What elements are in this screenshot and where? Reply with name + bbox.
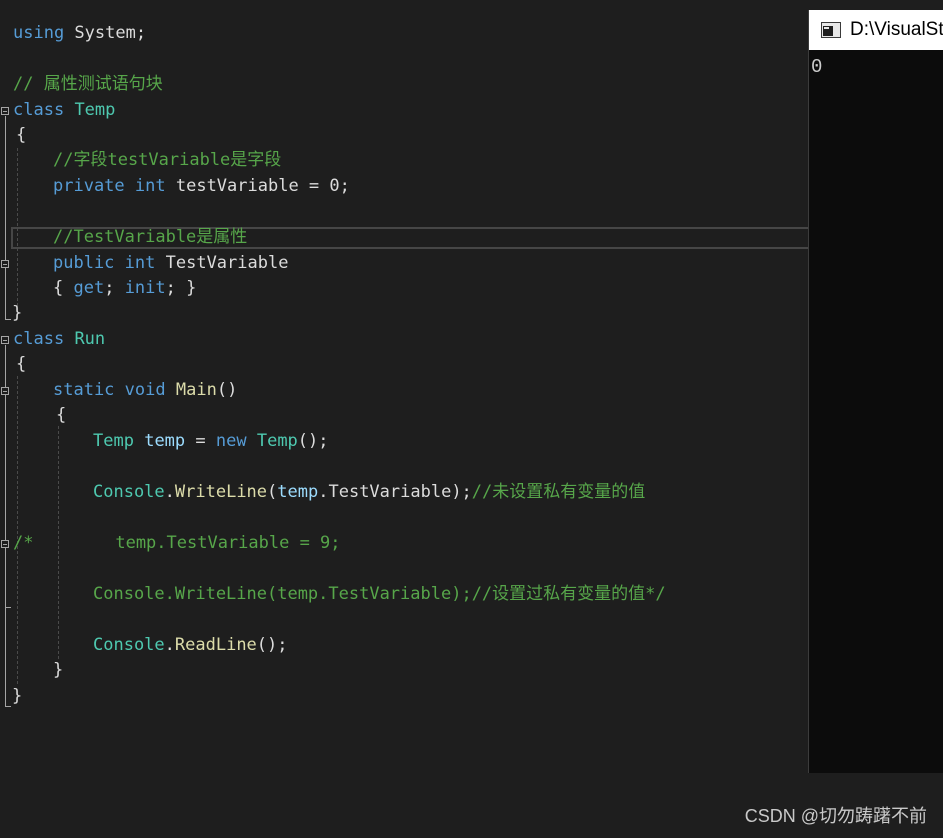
code-text: . xyxy=(318,482,329,502)
brace: } xyxy=(12,686,23,706)
code-line-15: static void Main() xyxy=(53,378,237,403)
variable: temp xyxy=(277,482,319,502)
keyword: new xyxy=(215,431,247,451)
keyword: get xyxy=(73,278,105,298)
type-name: Temp xyxy=(93,431,134,451)
code-line-17: Temp temp = new Temp(); xyxy=(93,429,329,454)
method-name: Main xyxy=(175,380,217,400)
keyword: static xyxy=(53,380,115,400)
code-line-25: Console.ReadLine(); xyxy=(93,633,288,658)
code-text: testVariable = 0; xyxy=(165,176,350,196)
code-line-21: /* temp.TestVariable = 9; xyxy=(13,531,341,556)
console-window[interactable]: D:\VisualSt 0 xyxy=(808,10,943,773)
fold-end-mark xyxy=(5,319,11,320)
code-text: ( xyxy=(267,482,278,502)
console-titlebar[interactable]: D:\VisualSt xyxy=(809,10,943,50)
keyword: int xyxy=(124,253,156,273)
code-line-10: public int TestVariable xyxy=(53,251,288,276)
comment: //TestVariable是属性 xyxy=(53,227,248,247)
keyword: private xyxy=(53,176,125,196)
indent-guide xyxy=(17,148,18,306)
type-name: Temp xyxy=(256,431,298,451)
variable: temp xyxy=(144,431,186,451)
code-text: TestVariable xyxy=(155,253,289,273)
console-app-icon xyxy=(821,22,841,38)
code-line-1: using System; xyxy=(13,21,146,46)
keyword: void xyxy=(124,380,166,400)
code-line-9: //TestVariable是属性 xyxy=(53,225,247,250)
keyword: class xyxy=(13,329,65,349)
brace: } xyxy=(12,303,23,323)
keyword: class xyxy=(13,100,65,120)
brace: { xyxy=(16,125,27,145)
code-line-23: Console.WriteLine(temp.TestVariable);//设… xyxy=(93,582,666,607)
type-name: Console xyxy=(93,482,165,502)
code-line-14: { xyxy=(16,352,26,377)
brace: } xyxy=(53,660,64,680)
code-line-11: { get; init; } xyxy=(53,276,196,301)
code-line-7: private int testVariable = 0; xyxy=(53,174,350,199)
code-line-27: } xyxy=(12,684,22,709)
console-output: 0 xyxy=(811,56,823,78)
indent-guide xyxy=(17,376,18,684)
fold-guide-line xyxy=(5,116,6,319)
code-line-26: } xyxy=(53,658,63,683)
fold-guide-line xyxy=(5,345,6,706)
collapse-icon[interactable] xyxy=(1,107,9,115)
collapse-icon[interactable] xyxy=(1,260,9,268)
code-text: = xyxy=(185,431,216,451)
code-line-6: //字段testVariable是字段 xyxy=(53,148,281,173)
code-editor[interactable]: using System; // 属性测试语句块 class Temp { //… xyxy=(0,0,811,838)
comment: //未设置私有变量的值 xyxy=(471,482,646,502)
keyword: public xyxy=(53,253,115,273)
console-title: D:\VisualSt xyxy=(850,19,943,40)
type-name: Temp xyxy=(74,100,116,120)
keyword: int xyxy=(134,176,166,196)
comment: // 属性测试语句块 xyxy=(13,74,163,94)
comment: //字段testVariable是字段 xyxy=(53,150,282,170)
code-line-4: class Temp xyxy=(13,98,115,123)
keyword: init xyxy=(124,278,166,298)
code-text: . xyxy=(164,635,175,655)
code-text: ; } xyxy=(165,278,197,298)
collapse-icon[interactable] xyxy=(1,336,9,344)
property-name: TestVariable xyxy=(328,482,452,502)
method-name: ReadLine xyxy=(174,635,257,655)
code-line-16: { xyxy=(56,403,66,428)
code-line-19: Console.WriteLine(temp.TestVariable);//未… xyxy=(93,480,645,505)
brace: { xyxy=(16,354,27,374)
collapse-icon[interactable] xyxy=(1,387,9,395)
collapse-icon[interactable] xyxy=(1,540,9,548)
code-line-3: // 属性测试语句块 xyxy=(13,72,163,97)
fold-end-mark xyxy=(5,607,11,608)
type-name: Console xyxy=(93,635,165,655)
fold-end-mark xyxy=(5,706,11,707)
method-name: WriteLine xyxy=(174,482,268,502)
code-text: . xyxy=(164,482,175,502)
watermark: CSDN @切勿踌躇不前 xyxy=(744,806,927,826)
code-text: ); xyxy=(451,482,472,502)
block-comment: /* temp.TestVariable = 9; xyxy=(13,533,341,553)
keyword: using xyxy=(13,23,65,43)
brace: { xyxy=(56,405,67,425)
code-text: (); xyxy=(256,635,288,655)
code-line-5: { xyxy=(16,123,26,148)
code-line-13: class Run xyxy=(13,327,105,352)
code-text: { xyxy=(53,278,74,298)
code-text: () xyxy=(216,380,238,400)
type-name: Run xyxy=(74,329,106,349)
block-comment: Console.WriteLine(temp.TestVariable);//设… xyxy=(93,584,666,604)
code-text: (); xyxy=(297,431,329,451)
code-text: ; xyxy=(104,278,125,298)
code-line-12: } xyxy=(12,301,22,326)
code-text: System; xyxy=(64,23,147,43)
